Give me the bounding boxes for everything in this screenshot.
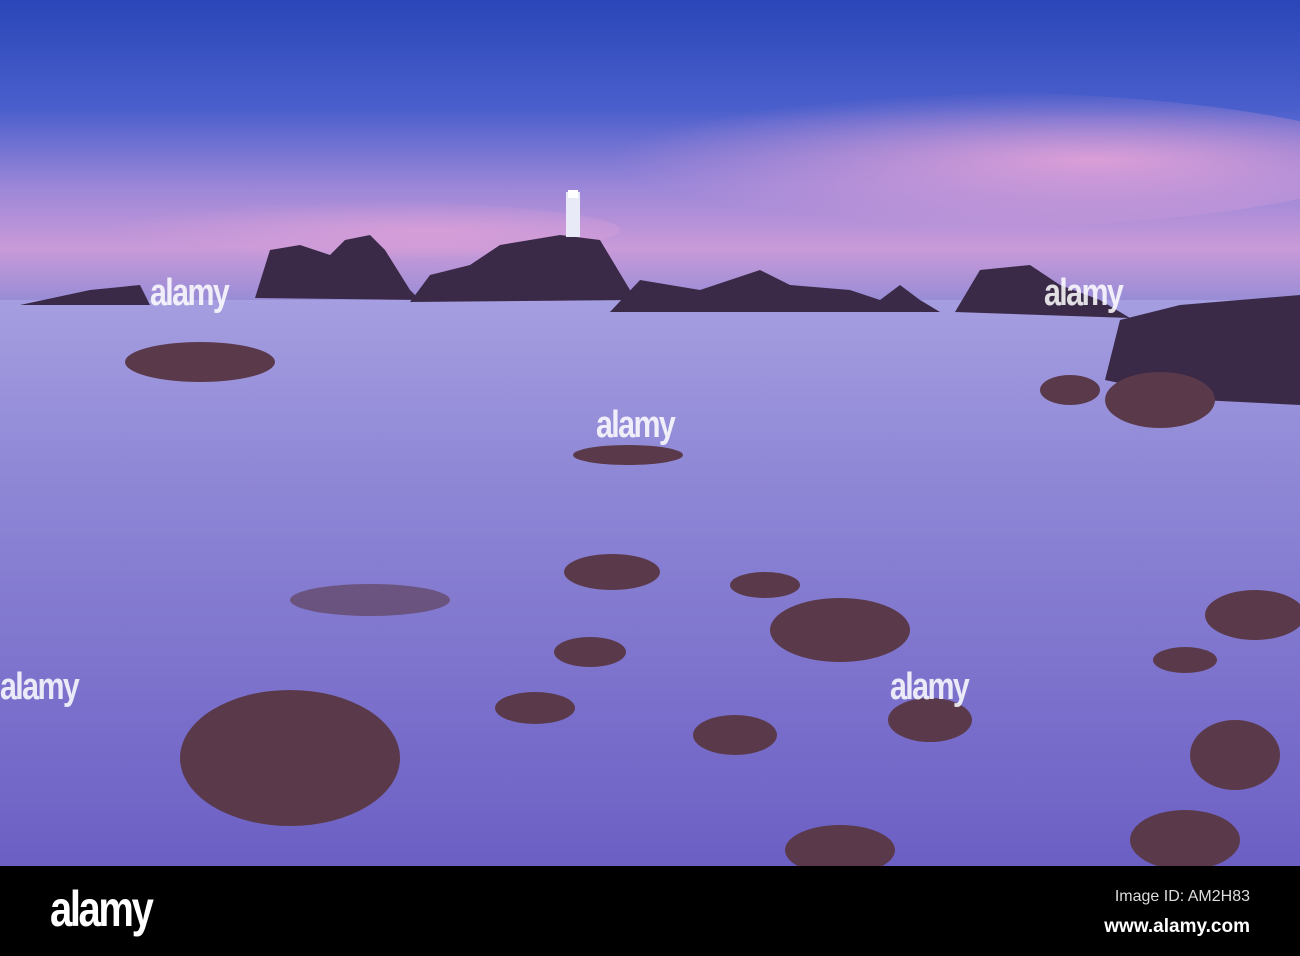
site-url: www.alamy.com xyxy=(1104,916,1250,937)
watermark-text: alamy xyxy=(890,666,970,708)
footer-bar: alamy Image ID: AM2H83 www.alamy.com xyxy=(0,866,1300,956)
lighthouse xyxy=(566,192,580,237)
watermark-text: alamy xyxy=(1044,272,1124,314)
watermark-text: alamy xyxy=(596,404,676,446)
alamy-logo: alamy xyxy=(50,881,154,937)
watermark-text: alamy xyxy=(0,666,80,708)
watermark-text: alamy xyxy=(150,272,230,314)
lighthouse-seascape-photo: alamy alamy alamy alamy alamy xyxy=(0,0,1300,866)
image-id: Image ID: AM2H83 xyxy=(1114,888,1250,905)
